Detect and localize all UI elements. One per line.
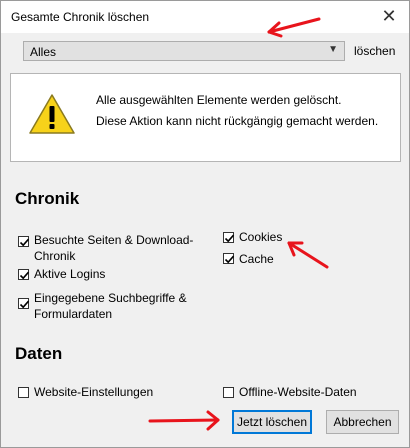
warning-text-1: Alle ausgewählten Elemente werden gelösc…: [96, 93, 342, 107]
checkbox-search-form-data[interactable]: [18, 298, 30, 309]
time-range-select[interactable]: Alles ▼: [23, 41, 345, 61]
checkbox-site-settings[interactable]: [18, 387, 29, 398]
checkbox-cookies[interactable]: [223, 232, 235, 243]
chevron-down-icon: ▼: [328, 44, 338, 55]
close-icon[interactable]: ✕: [379, 6, 399, 26]
history-section-title: Chronik: [15, 189, 80, 208]
annotation-arrow-cookies-icon: [287, 241, 329, 269]
label-cache: Cache: [239, 252, 274, 266]
dialog-window: Gesamte Chronik löschen ✕ Alles ▼ lösche…: [0, 0, 410, 448]
data-section-title: Daten: [15, 344, 63, 363]
warning-icon: [29, 94, 75, 134]
time-range-suffix: löschen: [354, 44, 396, 58]
label-active-logins: Aktive Logins: [34, 267, 106, 281]
cancel-button[interactable]: Abbrechen: [326, 410, 399, 434]
window-title: Gesamte Chronik löschen: [11, 10, 150, 24]
label-search-form-data: Eingegebene Suchbegriffe & Formulardaten: [34, 291, 187, 321]
label-visited-pages: Besuchte Seiten & Download-Chronik: [34, 233, 194, 263]
label-site-settings: Website-Einstellungen: [34, 385, 154, 399]
annotation-arrow-dropdown-icon: [267, 17, 321, 38]
checkbox-active-logins[interactable]: [18, 269, 30, 280]
warning-text-2: Diese Aktion kann nicht rückgängig gemac…: [96, 114, 379, 128]
checkbox-cache[interactable]: [223, 253, 235, 264]
label-cookies: Cookies: [239, 230, 283, 244]
title-bar: Gesamte Chronik löschen ✕: [1, 1, 409, 33]
warning-panel: Alle ausgewählten Elemente werden gelösc…: [10, 73, 401, 162]
time-range-value: Alles: [30, 45, 57, 59]
annotation-arrow-clear-icon: [148, 410, 220, 431]
label-offline-data: Offline-Website-Daten: [239, 385, 357, 399]
checkbox-offline-data[interactable]: [223, 387, 234, 398]
checkbox-visited-pages[interactable]: [18, 236, 30, 247]
clear-now-button[interactable]: Jetzt löschen: [232, 410, 312, 434]
